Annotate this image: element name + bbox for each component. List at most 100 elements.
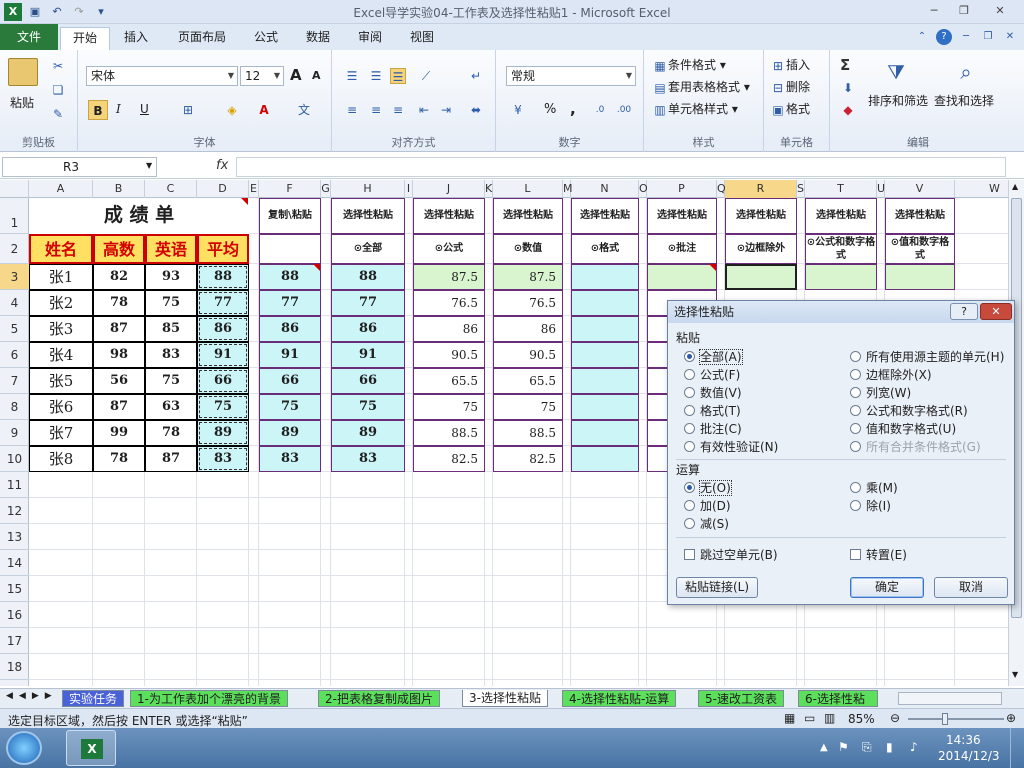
borders-icon[interactable]: ⊞ — [180, 102, 196, 118]
student-name[interactable]: 张1 — [29, 264, 93, 290]
sort-filter-icon[interactable]: ⧩ — [882, 58, 910, 86]
paste-subtitle[interactable]: ⊙批注 — [647, 234, 717, 264]
merge-center-icon[interactable]: ⬌ — [468, 102, 484, 118]
average-score[interactable]: 66 — [197, 368, 249, 394]
pasted-format-n[interactable] — [571, 446, 639, 472]
student-name[interactable]: 张5 — [29, 368, 93, 394]
pasted-value-h[interactable]: 83 — [331, 446, 405, 472]
sheet-tab[interactable]: 4-选择性粘贴-运算 — [562, 690, 677, 707]
pasted-value-h[interactable]: 91 — [331, 342, 405, 368]
start-button[interactable] — [6, 731, 42, 765]
pasted-format-n[interactable] — [571, 316, 639, 342]
currency-icon[interactable]: ¥ — [510, 102, 526, 118]
pasted-number-l[interactable]: 90.5 — [493, 342, 563, 368]
paste-subtitle[interactable]: ⊙边框除外 — [725, 234, 797, 264]
pasted-value-f[interactable]: 86 — [259, 316, 321, 342]
tab-data[interactable]: 数据 — [298, 27, 338, 50]
close-icon[interactable]: ✕ — [1002, 29, 1018, 45]
increase-indent-icon[interactable]: ⇥ — [438, 102, 454, 118]
english-score[interactable]: 75 — [145, 368, 197, 394]
align-middle-icon[interactable]: ☰ — [368, 68, 384, 84]
minimize-icon[interactable]: ─ — [920, 2, 948, 20]
show-desktop-button[interactable] — [1010, 728, 1022, 768]
paste-title[interactable]: 选择性粘贴 — [413, 198, 485, 234]
paste-option[interactable]: 列宽(W) — [850, 384, 911, 401]
pasted-value-h[interactable]: 75 — [331, 394, 405, 420]
pasted-format-n[interactable] — [571, 394, 639, 420]
clock-time[interactable]: 14:36 — [946, 733, 981, 747]
decrease-indent-icon[interactable]: ⇤ — [416, 102, 432, 118]
volume-icon[interactable]: ♪ — [910, 740, 918, 754]
bold-button[interactable]: B — [88, 100, 108, 120]
network-icon[interactable]: ▮ — [886, 740, 893, 754]
tab-formulas[interactable]: 公式 — [246, 27, 286, 50]
average-score[interactable]: 75 — [197, 394, 249, 420]
taskbar-excel[interactable]: X — [66, 730, 116, 766]
comma-button[interactable]: , — [570, 100, 576, 118]
zoom-slider-thumb[interactable] — [942, 713, 948, 725]
pasted-format-n[interactable] — [571, 264, 639, 290]
device-icon[interactable]: ⎘ — [862, 740, 872, 755]
pasted-value-h[interactable]: 66 — [331, 368, 405, 394]
sheet-tab[interactable]: 6-选择性粘 — [798, 690, 878, 707]
chevron-down-icon[interactable]: ▼ — [146, 161, 152, 170]
paste-title[interactable]: 复制\粘贴 — [259, 198, 321, 234]
decrease-decimal-icon[interactable]: .00 — [616, 102, 632, 118]
scroll-up-icon[interactable]: ▲ — [1012, 182, 1018, 191]
average-score[interactable]: 88 — [197, 264, 249, 290]
scroll-down-icon[interactable]: ▼ — [1012, 670, 1018, 679]
operation-option[interactable]: 除(I) — [850, 497, 891, 514]
average-score[interactable]: 89 — [197, 420, 249, 446]
paste-subtitle[interactable]: ⊙数值 — [493, 234, 563, 264]
pasted-value-f[interactable]: 75 — [259, 394, 321, 420]
percent-button[interactable]: % — [544, 102, 556, 117]
math-score[interactable]: 82 — [93, 264, 145, 290]
underline-button[interactable]: U — [140, 102, 149, 116]
english-score[interactable]: 75 — [145, 290, 197, 316]
ok-button[interactable]: 确定 — [850, 577, 924, 598]
pasted-formula-j[interactable]: 88.5 — [413, 420, 485, 446]
align-bottom-icon[interactable]: ☰ — [390, 68, 406, 84]
sheet-tab[interactable]: 5-速改工资表 — [698, 690, 784, 707]
font-color-icon[interactable]: A — [256, 102, 272, 118]
close-button[interactable]: ✕ — [980, 303, 1012, 320]
pasted-formula-j[interactable]: 87.5 — [413, 264, 485, 290]
minimize-icon[interactable]: ─ — [958, 29, 974, 45]
student-name[interactable]: 张8 — [29, 446, 93, 472]
find-select-button[interactable]: 查找和选择 — [934, 92, 994, 109]
pasted-t[interactable] — [805, 264, 877, 290]
shrink-font-button[interactable]: A — [312, 69, 321, 82]
cell-styles-button[interactable]: ▥ 单元格样式 ▾ — [652, 100, 738, 118]
sheet-tab[interactable]: 2-把表格复制成图片 — [318, 690, 440, 707]
clear-icon[interactable]: ◆ — [840, 102, 856, 118]
function-icon[interactable]: fx — [216, 158, 228, 173]
pasted-value-f[interactable]: 83 — [259, 446, 321, 472]
paste-option[interactable]: 数值(V) — [684, 384, 742, 401]
clock-date[interactable]: 2014/12/3 — [938, 749, 1000, 763]
english-score[interactable]: 87 — [145, 446, 197, 472]
average-score[interactable]: 86 — [197, 316, 249, 342]
paste-title[interactable]: 选择性粘贴 — [331, 198, 405, 234]
format-button[interactable]: ▣ 格式 — [770, 100, 810, 118]
operation-option[interactable]: 减(S) — [684, 515, 729, 532]
tab-view[interactable]: 视图 — [402, 27, 442, 50]
pasted-value-h[interactable]: 88 — [331, 264, 405, 290]
paste-option[interactable]: 批注(C) — [684, 420, 742, 437]
english-score[interactable]: 83 — [145, 342, 197, 368]
column-title[interactable]: 高数 — [93, 234, 145, 264]
math-score[interactable]: 78 — [93, 446, 145, 472]
orientation-icon[interactable]: ⟋ — [418, 68, 434, 84]
pasted-format-n[interactable] — [571, 368, 639, 394]
sheet-tab-active[interactable]: 3-选择性粘贴 — [462, 690, 548, 707]
pasted-value-f[interactable]: 88 — [259, 264, 321, 290]
pasted-formula-j[interactable]: 65.5 — [413, 368, 485, 394]
paste-title[interactable]: 选择性粘贴 — [805, 198, 877, 234]
column-title[interactable]: 姓名 — [29, 234, 93, 264]
pasted-format-n[interactable] — [571, 420, 639, 446]
paste-title[interactable]: 选择性粘贴 — [725, 198, 797, 234]
restore-icon[interactable]: ❐ — [950, 2, 978, 20]
tray-arrow-icon[interactable]: ▲ — [820, 742, 828, 753]
fill-icon[interactable]: ⬇ — [840, 80, 856, 96]
sheet-tab[interactable]: 实验任务 — [62, 690, 125, 707]
paste-button[interactable]: 粘贴 — [10, 94, 34, 111]
